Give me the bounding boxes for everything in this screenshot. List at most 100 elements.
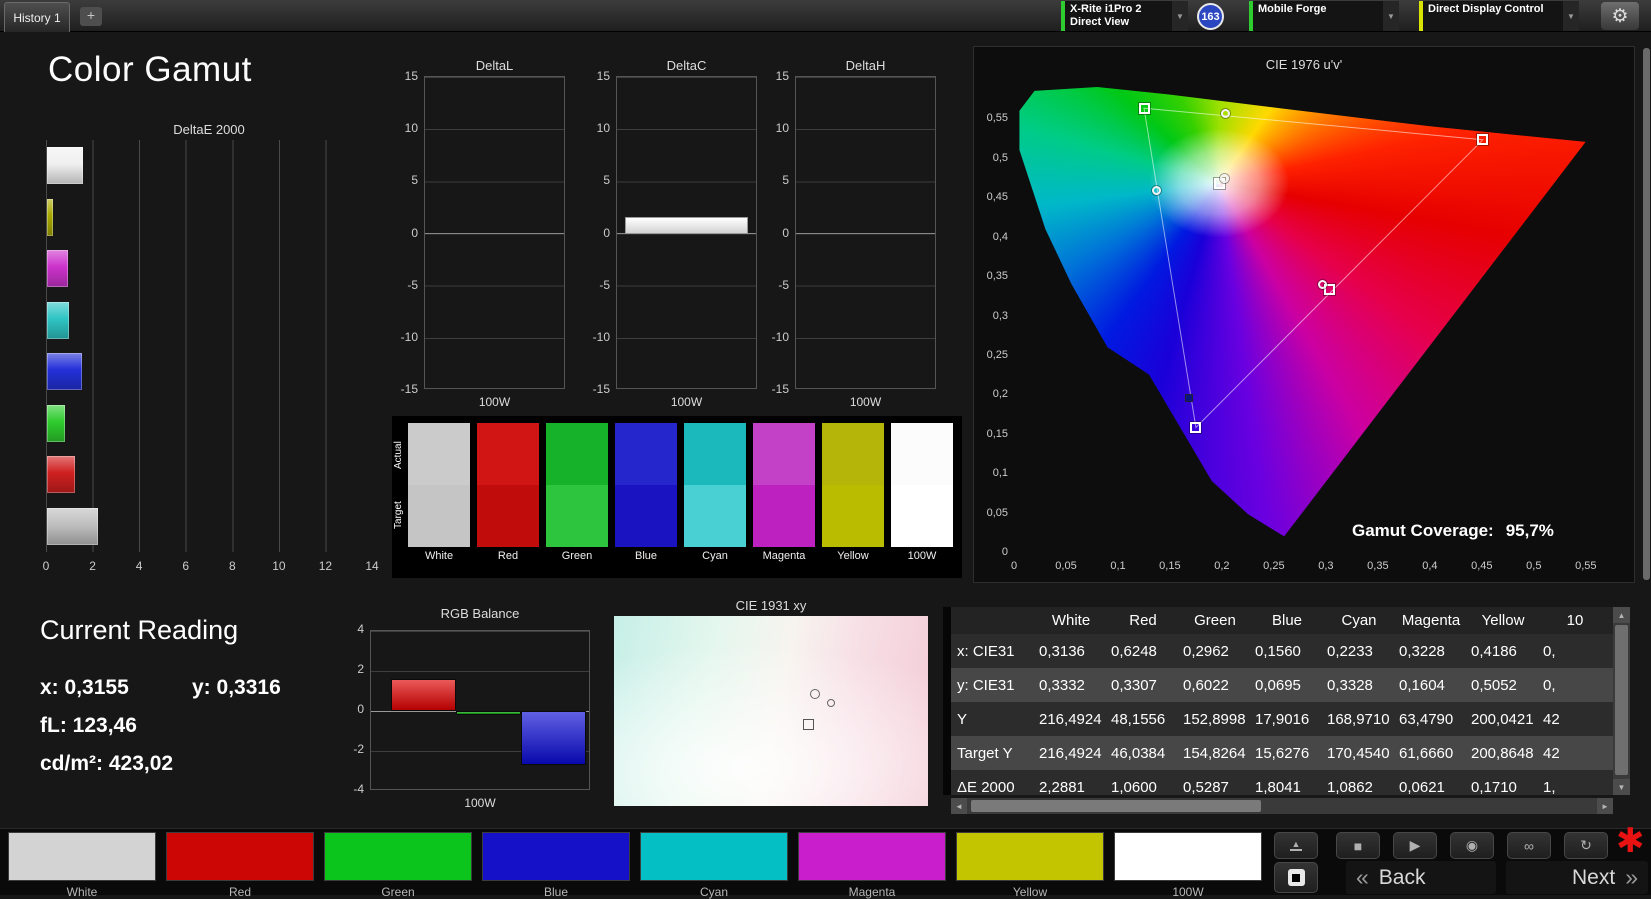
table-cell: 200,0421	[1471, 710, 1534, 728]
swatch-label: 100W	[907, 550, 937, 562]
workflow-selector[interactable]: Mobile Forge ▼	[1249, 1, 1399, 31]
swatch-target	[753, 485, 815, 547]
record-button[interactable]: ◉	[1450, 832, 1494, 859]
table-cell: 1,0600	[1111, 778, 1157, 796]
table-row: Y 216,4924 48,1556 152,8998 17,9016 168,9710 6…	[951, 702, 1613, 736]
axis-tick-label: -4	[353, 782, 364, 796]
popup-button[interactable]: ▲	[1274, 832, 1318, 859]
actual-row-label: Actual	[393, 441, 404, 469]
row-label: x: CIE31	[957, 642, 1015, 660]
deltae-bar-white	[47, 147, 84, 184]
refresh-button[interactable]: ↻	[1564, 832, 1608, 859]
axis-tick-label: 0,2	[992, 388, 1008, 401]
axis-tick-label: -10	[400, 329, 418, 344]
scroll-up-icon[interactable]: ▲	[1613, 607, 1630, 623]
stop-button[interactable]: ■	[1336, 832, 1380, 859]
green-balance-bar	[456, 711, 521, 715]
display-control-selector[interactable]: Direct Display Control ▼	[1419, 1, 1579, 31]
scroll-down-icon[interactable]: ▼	[1613, 779, 1630, 795]
axis-tick-label: 0,55	[1575, 560, 1597, 572]
axis-tick-label: 4	[357, 622, 364, 636]
patch-green[interactable]	[324, 832, 472, 881]
gamut-coverage-label: Gamut Coverage:	[1352, 521, 1494, 540]
table-cell: 0,2962	[1183, 642, 1229, 660]
axis-tick-label: 0	[411, 225, 418, 240]
axis-tick-label: 0	[357, 702, 364, 716]
swatch-actual	[891, 423, 953, 485]
axis-label: 100W	[464, 796, 496, 810]
table-cell: 0,3228	[1399, 642, 1445, 660]
axis-tick-label: 0	[782, 225, 789, 240]
window-pattern-button[interactable]	[1274, 862, 1318, 893]
patch-cyan[interactable]	[640, 832, 788, 881]
deltae-bar-red	[47, 456, 75, 493]
meter-selector[interactable]: X-Rite i1Pro 2 Direct View ▼	[1061, 1, 1188, 31]
table-row: Target Y 216,4924 46,0384 154,8264 15,6276 17…	[951, 736, 1613, 770]
deltac-chart: DeltaC 15 10 5 0 -5 -10 -15 100W	[582, 58, 757, 412]
play-button[interactable]: ▶	[1393, 832, 1437, 859]
axis-tick-label: 0,3	[1318, 560, 1334, 572]
back-button[interactable]: « Back	[1346, 861, 1496, 894]
patch-red[interactable]	[166, 832, 314, 881]
tab-history[interactable]: History 1	[4, 2, 70, 32]
table-cell: 63,4790	[1399, 710, 1454, 728]
table-cell: 0,	[1543, 642, 1556, 660]
axis-tick-label: 0,1	[1110, 560, 1126, 572]
table-header-cell: Red	[1129, 612, 1157, 629]
reading-fl: fL: 123,46	[40, 714, 137, 737]
patch-100w[interactable]	[1114, 832, 1262, 881]
table-horizontal-scrollbar[interactable]: ◄ ►	[951, 798, 1613, 814]
axis-tick-label: 0,3	[992, 309, 1008, 322]
axis-tick-label: -5	[407, 277, 418, 292]
table-cell: 0,3307	[1111, 676, 1157, 694]
swatch-label: White	[424, 550, 454, 562]
main-scrollbar[interactable]	[1643, 48, 1650, 580]
axis-tick-label: 0,5	[992, 151, 1008, 164]
axis-tick-label: 10	[272, 559, 286, 573]
table-row: ΔE 2000 2,2881 1,0600 0,5287 1,8041 1,0862 0,0…	[951, 770, 1613, 795]
axis-tick-label: 0	[42, 559, 50, 573]
axis-tick-label: 0,15	[986, 427, 1008, 440]
axis-tick-label: 0,35	[1367, 560, 1389, 572]
eject-icon: ▲	[1291, 839, 1301, 849]
axis-tick-label: 0,1	[992, 467, 1008, 480]
workflow-label: Mobile Forge	[1258, 3, 1327, 15]
table-cell: 154,8264	[1183, 744, 1246, 762]
deltae-chart-title: DeltaE 2000	[173, 122, 245, 137]
delta-value-bar	[625, 217, 748, 234]
swatch-actual	[753, 423, 815, 485]
loop-icon: ∞	[1524, 837, 1534, 854]
scroll-right-icon[interactable]: ►	[1597, 798, 1613, 814]
patch-yellow[interactable]	[956, 832, 1104, 881]
xy-marker-circle	[809, 688, 820, 699]
add-tab-button[interactable]: +	[80, 7, 102, 26]
reading-y: y: 0,3316	[192, 676, 281, 699]
axis-tick-label: -15	[400, 382, 418, 396]
axis-tick-label: -5	[778, 277, 789, 292]
swatch-target	[891, 485, 953, 547]
scrollbar-thumb[interactable]	[971, 800, 1261, 812]
axis-tick-label: 0	[1001, 546, 1008, 558]
window-icon	[1287, 869, 1305, 886]
settings-button[interactable]: ⚙	[1601, 2, 1639, 30]
table-cell: 0,3328	[1327, 676, 1373, 694]
table-vertical-scrollbar[interactable]: ▲ ▼	[1613, 607, 1630, 795]
next-button[interactable]: Next »	[1506, 861, 1648, 894]
top-bar: History 1 + X-Rite i1Pro 2 Direct View ▼…	[0, 0, 1651, 32]
patch-white[interactable]	[8, 832, 156, 881]
patch-blue[interactable]	[482, 832, 630, 881]
swatch-cyan: Cyan	[684, 423, 746, 571]
swatch-target	[822, 485, 884, 547]
swatch-label: Magenta	[762, 550, 806, 562]
axis-tick-label: 14	[365, 559, 379, 573]
axis-tick-label: 0,45	[1471, 560, 1493, 572]
axis-tick-label: -10	[592, 329, 610, 344]
swatch-label: Yellow	[837, 550, 869, 562]
axis-tick-label: 0,2	[1214, 560, 1230, 572]
scrollbar-thumb[interactable]	[1615, 625, 1628, 775]
deltae-bar-green	[47, 404, 65, 442]
loop-button[interactable]: ∞	[1507, 832, 1551, 859]
table-row: y: CIE31 0,3332 0,3307 0,6022 0,0695 0,3328 0,…	[951, 668, 1613, 702]
scroll-left-icon[interactable]: ◄	[951, 798, 967, 814]
patch-magenta[interactable]	[798, 832, 946, 881]
